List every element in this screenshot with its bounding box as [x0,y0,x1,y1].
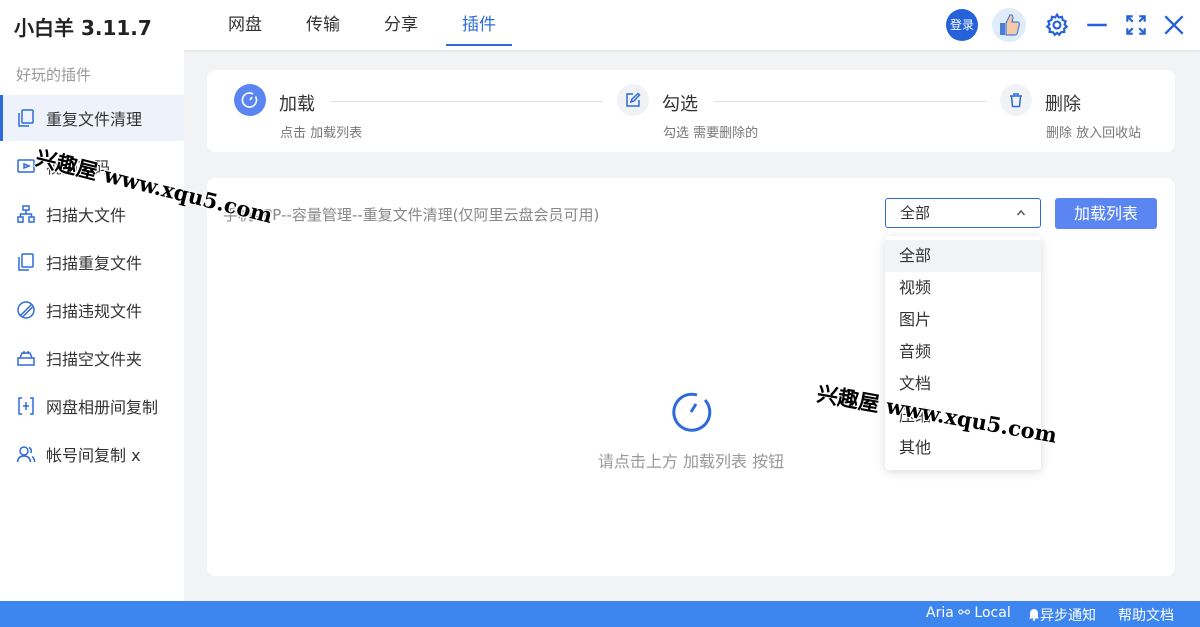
sidebar-item-duplicate-cleanup[interactable]: 重复文件清理 [0,95,184,141]
main-nav: 网盘 传输 分享 插件 [206,0,518,50]
thumbs-up-icon [1000,14,1020,36]
file-type-select[interactable]: 全部 [885,198,1041,228]
sidebar-item-account-copy[interactable]: 帐号间复制 x [0,431,184,477]
step-connector [714,101,986,102]
sidebar-item-album-copy[interactable]: 网盘相册间复制 [0,383,184,429]
tab-plugins[interactable]: 插件 [440,0,518,50]
step-1-title: 加载 [279,94,315,115]
dropdown-option-all[interactable]: 全部 [885,240,1041,272]
ban-icon [17,301,35,319]
dropdown-option-image[interactable]: 图片 [885,304,1041,336]
sidebar-item-label: 扫描大文件 [46,206,127,225]
sidebar-item-label: 重复文件清理 [46,110,143,129]
async-notify-label: 异步通知 [1040,608,1096,624]
step-2-title: 勾选 [662,94,698,115]
tab-share[interactable]: 分享 [362,0,440,50]
timer-icon [241,92,258,108]
chevron-up-icon [1016,209,1026,216]
app-header: 小白羊 3.11.7 网盘 传输 分享 插件 登录 [0,0,1200,50]
avatar[interactable] [992,8,1026,42]
folder-icon [17,351,35,366]
bell-icon [1029,609,1039,621]
sidebar-item-label: 帐号间复制 x [46,446,141,465]
bracket-icon [18,397,34,415]
steps-card: 加载 点击 加载列表 勾选 勾选 需要删除的 删除 删除 放入回收站 [207,70,1175,152]
step-3-title: 删除 [1045,94,1081,115]
step-2-desc: 勾选 需要删除的 [663,126,759,141]
dropdown-option-audio[interactable]: 音频 [885,336,1041,368]
sidebar-item-scan-empty-folder[interactable]: 扫描空文件夹 [0,335,184,381]
fullscreen-icon[interactable] [1123,12,1149,38]
tab-netdisk[interactable]: 网盘 [206,0,284,50]
copy-icon [18,253,34,271]
select-value: 全部 [900,204,931,222]
trash-icon [1010,93,1022,108]
help-docs-link[interactable]: 帮助文档 [1118,605,1174,625]
sidebar-item-label: 扫描重复文件 [46,254,143,273]
tab-transfer[interactable]: 传输 [284,0,362,50]
sidebar-item-label: 扫描空文件夹 [46,350,143,369]
timer-icon [672,392,712,432]
step-1-circle [234,84,266,116]
gear-icon[interactable] [1044,12,1070,38]
hint-text: 手机APP--容量管理--重复文件清理(仅阿里云盘会员可用) [223,206,600,224]
step-2-circle [617,84,649,116]
sidebar-heading: 好玩的插件 [16,66,92,84]
minimize-icon[interactable] [1084,12,1110,38]
sidebar-item-label: 扫描违规文件 [46,302,143,321]
status-bar: Aria ⚯ Local 异步通知 帮助文档 [0,601,1200,627]
tree-icon [17,205,35,223]
login-button[interactable]: 登录 [946,9,978,41]
dropdown-option-video[interactable]: 视频 [885,272,1041,304]
users-icon [16,446,36,463]
sidebar: 好玩的插件 重复文件清理 视频转码 扫描大文件 扫描重复文件 扫描违规文件 扫描… [0,50,184,601]
app-title: 小白羊 3.11.7 [14,16,152,40]
close-icon[interactable] [1161,12,1187,38]
step-3-circle [1000,84,1032,116]
sidebar-item-label: 网盘相册间复制 [46,398,159,417]
edit-icon [626,92,641,107]
step-3-desc: 删除 放入回收站 [1046,126,1142,141]
aria-status[interactable]: Aria ⚯ Local [926,605,1011,621]
sidebar-item-scan-violation[interactable]: 扫描违规文件 [0,287,184,333]
sidebar-item-scan-duplicate[interactable]: 扫描重复文件 [0,239,184,285]
copy-icon [18,109,34,127]
step-connector [331,101,603,102]
async-notify[interactable]: 异步通知 [1028,605,1096,625]
step-1-desc: 点击 加载列表 [280,126,363,141]
load-list-button[interactable]: 加载列表 [1055,198,1157,229]
